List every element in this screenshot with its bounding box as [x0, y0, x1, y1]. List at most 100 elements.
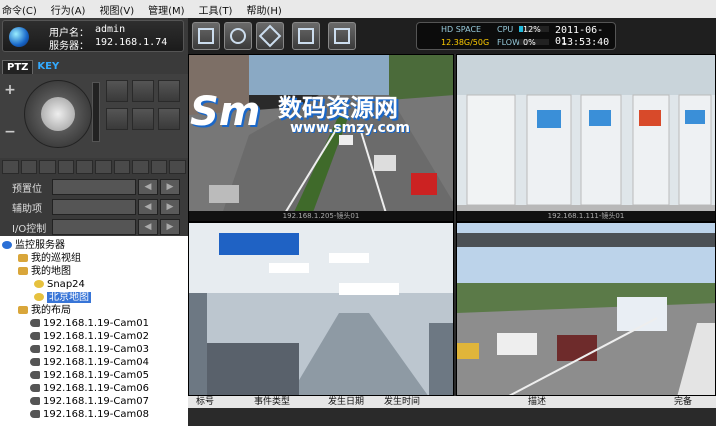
io-row: I/O控制 ◀ ▶: [0, 218, 188, 236]
video-atm-scene: [457, 55, 715, 221]
preset-set-button[interactable]: ▶: [160, 179, 180, 195]
camera-icon: [30, 319, 40, 327]
aux-on-button[interactable]: ▶: [160, 199, 180, 215]
column-header-description[interactable]: 描述: [528, 396, 546, 408]
ptz-speed-slider[interactable]: [92, 82, 100, 142]
device-tree: 监控服务器 我的巡视组 我的地图 Snap24 北京地图 我的布局 192.16…: [0, 236, 188, 426]
tree-item[interactable]: 我的巡视组: [18, 253, 81, 265]
joystick-center-icon[interactable]: [41, 97, 75, 131]
hd-space-value: 12.38G/50G: [441, 38, 490, 47]
ptz-iris-button[interactable]: [158, 108, 180, 130]
map-icon: [34, 293, 44, 301]
zoom-out-icon[interactable]: −: [2, 124, 18, 140]
column-header-date[interactable]: 发生日期: [328, 396, 364, 408]
window-icon: [334, 28, 350, 44]
menu-action[interactable]: 行为(A): [51, 2, 86, 17]
keypad-key[interactable]: [132, 160, 149, 174]
keypad-key[interactable]: [20, 160, 38, 174]
tools-button[interactable]: [256, 22, 284, 50]
tree-item[interactable]: 192.168.1.19-Cam02: [30, 331, 149, 343]
control-tabs: PTZ KEY: [2, 60, 63, 74]
watermark-url: www.smzy.com: [290, 120, 410, 136]
preset-select[interactable]: [52, 179, 136, 195]
io-on-button[interactable]: ▶: [160, 219, 180, 235]
keypad-key[interactable]: [57, 160, 75, 174]
tree-item[interactable]: 192.168.1.19-Cam08: [30, 409, 149, 421]
database-icon: [230, 28, 246, 44]
wrench-icon: [258, 24, 282, 48]
video-feed-2[interactable]: 192.168.1.111-镜头01: [456, 54, 716, 222]
menu-command[interactable]: 命令(C): [2, 2, 37, 17]
io-off-button[interactable]: ◀: [138, 219, 158, 235]
video-feed-4[interactable]: [456, 222, 716, 396]
top-toolbar: HD SPACE 12.38G/50G CPU FLOW 12% 0% 2011…: [188, 18, 716, 54]
tree-item[interactable]: 192.168.1.19-Cam05: [30, 370, 149, 382]
keypad-key[interactable]: [76, 160, 93, 174]
globe-icon: [9, 27, 29, 47]
column-header-event-type[interactable]: 事件类型: [254, 396, 290, 408]
tree-item[interactable]: 192.168.1.19-Cam01: [30, 318, 149, 330]
map-icon: [34, 280, 44, 288]
video-label-1: 192.168.1.205-镜头01: [189, 211, 453, 221]
tree-item[interactable]: 我的布局: [18, 305, 71, 317]
ptz-grid-button[interactable]: [106, 108, 128, 130]
camera-icon: [30, 410, 40, 418]
column-header-complete[interactable]: 完备: [674, 396, 692, 408]
keypad-key[interactable]: [169, 160, 186, 174]
menu-help[interactable]: 帮助(H): [246, 2, 281, 17]
io-label: I/O控制: [12, 224, 47, 235]
storage-button[interactable]: [224, 22, 252, 50]
tree-item[interactable]: 192.168.1.19-Cam07: [30, 396, 149, 408]
tab-ptz[interactable]: PTZ: [2, 60, 34, 74]
camera-icon: [30, 371, 40, 379]
ptz-focus-button[interactable]: [132, 108, 154, 130]
ptz-preset-button[interactable]: [106, 80, 128, 102]
video-label-2: 192.168.1.111-镜头01: [457, 211, 715, 221]
column-header-time[interactable]: 发生时间: [384, 396, 420, 408]
folder-icon: [18, 267, 28, 275]
video-feed-3[interactable]: [188, 222, 454, 396]
camera-icon: [30, 345, 40, 353]
tree-item[interactable]: 监控服务器: [2, 240, 65, 252]
watermark-text: 数码资源网: [278, 94, 398, 122]
keypad-key[interactable]: [2, 160, 19, 174]
menu-view[interactable]: 视图(V): [99, 2, 134, 17]
zoom-in-icon[interactable]: +: [2, 82, 18, 98]
tree-item[interactable]: 192.168.1.19-Cam06: [30, 383, 149, 395]
tree-item[interactable]: 我的地图: [18, 266, 71, 278]
keypad-key[interactable]: [113, 160, 131, 174]
server-value: 192.168.1.74: [95, 37, 168, 48]
keypad-key[interactable]: [150, 160, 168, 174]
server-label: 服务器：: [49, 41, 89, 52]
menu-tools[interactable]: 工具(T): [199, 2, 233, 17]
tree-item[interactable]: Snap24: [34, 279, 85, 291]
preset-label: 预置位: [12, 184, 42, 195]
snapshot-button[interactable]: [328, 22, 356, 50]
menu-manage[interactable]: 管理(M): [148, 2, 184, 17]
folder-icon: [18, 254, 28, 262]
tree-item[interactable]: 192.168.1.19-Cam04: [30, 357, 149, 369]
folder-icon: [18, 306, 28, 314]
keypad-key[interactable]: [39, 160, 56, 174]
playback-button[interactable]: [292, 22, 320, 50]
tab-key[interactable]: KEY: [33, 60, 63, 74]
layout-button[interactable]: [192, 22, 220, 50]
preset-go-button[interactable]: ◀: [138, 179, 158, 195]
ptz-keypad: [2, 160, 186, 174]
tree-item[interactable]: 北京地图: [34, 292, 91, 304]
video-station-scene: [189, 223, 453, 395]
film-icon: [298, 28, 314, 44]
aux-off-button[interactable]: ◀: [138, 199, 158, 215]
watermark-logo: Sm: [190, 89, 261, 135]
ptz-settings-button[interactable]: [158, 80, 180, 102]
tree-item[interactable]: 192.168.1.19-Cam03: [30, 344, 149, 356]
column-header-id[interactable]: 标号: [196, 396, 214, 408]
flow-label: FLOW: [497, 38, 520, 47]
ptz-joystick[interactable]: [24, 80, 92, 148]
watermark: Sm 数码资源网 www.smzy.com: [190, 86, 430, 142]
menu-bar: 命令(C) 行为(A) 视图(V) 管理(M) 工具(T) 帮助(H): [0, 0, 716, 18]
aux-select[interactable]: [52, 199, 136, 215]
io-select[interactable]: [52, 219, 136, 235]
keypad-key[interactable]: [94, 160, 112, 174]
ptz-record-button[interactable]: [132, 80, 154, 102]
